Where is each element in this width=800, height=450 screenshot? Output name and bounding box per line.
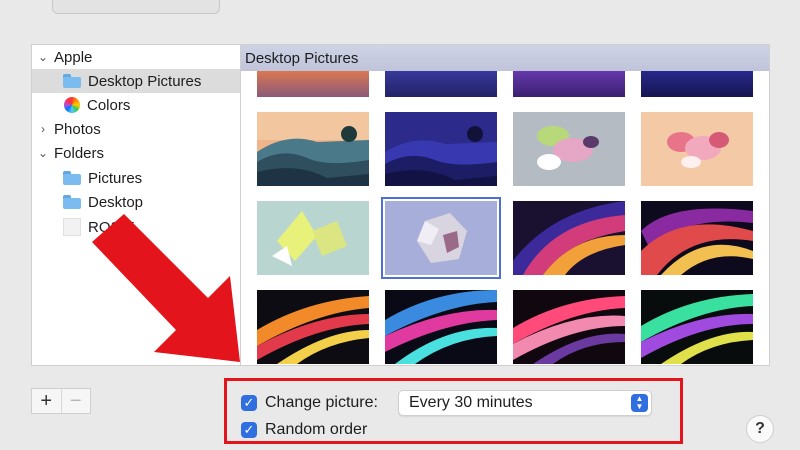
sidebar-item-label: Photos	[54, 120, 101, 138]
thumbnail-abstract-shapes-peach[interactable]	[641, 112, 753, 186]
sidebar-item-label: Desktop	[88, 193, 144, 211]
thumbnail-partial[interactable]	[641, 69, 753, 97]
thumbnail-partial[interactable]	[513, 69, 625, 97]
folder-icon	[63, 171, 81, 185]
thumbnail-partial[interactable]	[257, 69, 369, 97]
thumbnail-abstract-shapes-gray[interactable]	[513, 112, 625, 186]
add-remove-control: + −	[31, 388, 91, 414]
sidebar-item-label: Colors	[87, 96, 131, 114]
sidebar-item-label: ROSIE	[88, 218, 135, 236]
help-button[interactable]: ?	[746, 415, 774, 443]
chevron-right-icon[interactable]: ›	[36, 122, 50, 136]
desktop-pictures-pane: Desktop Pictures	[240, 44, 770, 366]
sidebar-item-desktop[interactable]: Desktop	[32, 190, 241, 214]
sidebar-item-folders[interactable]: ⌄ Folders	[32, 141, 241, 165]
sidebar-item-label: Desktop Pictures	[88, 72, 202, 90]
folder-icon	[63, 195, 81, 209]
add-folder-button[interactable]: +	[32, 389, 62, 413]
folder-icon	[63, 218, 81, 236]
chevron-down-icon[interactable]: ⌄	[36, 50, 50, 64]
remove-folder-button[interactable]: −	[62, 389, 91, 413]
thumbnail-monterey-dark-2[interactable]	[641, 201, 753, 275]
sidebar-item-desktop-pictures[interactable]: Desktop Pictures	[32, 69, 241, 93]
change-picture-checkbox[interactable]: ✓	[241, 395, 257, 411]
folder-icon	[63, 74, 81, 88]
thumbnail-streaks-pink[interactable]	[513, 290, 625, 364]
interval-select-value: Every 30 minutes	[409, 394, 533, 411]
thumbnail-big-sur-coastline-night[interactable]	[385, 112, 497, 186]
thumbnail-streaks-orange[interactable]	[257, 290, 369, 364]
color-wheel-icon	[64, 97, 80, 113]
sidebar-item-rosie[interactable]: ROSIE	[32, 215, 241, 239]
pane-title: Desktop Pictures	[241, 45, 769, 71]
top-button-stub[interactable]	[52, 0, 220, 14]
change-picture-label: Change picture:	[265, 394, 378, 411]
thumbnail-streaks-green[interactable]	[641, 290, 753, 364]
sidebar-item-pictures[interactable]: Pictures	[32, 166, 241, 190]
sidebar-item-label: Apple	[54, 48, 93, 66]
thumbnail-monterey-dark-1[interactable]	[513, 201, 625, 275]
sidebar-item-colors[interactable]: Colors	[32, 93, 241, 117]
updown-chevron-icon: ▲ ▼	[631, 394, 648, 412]
sidebar-item-label: Pictures	[88, 169, 143, 187]
thumbnail-partial[interactable]	[385, 69, 497, 97]
sidebar-item-label: Folders	[54, 144, 105, 162]
source-sidebar: ⌄ Apple Desktop Pictures Colors › Photos…	[31, 44, 241, 366]
thumbnail-big-sur-coastline-day[interactable]	[257, 112, 369, 186]
sidebar-item-photos[interactable]: › Photos	[32, 117, 241, 141]
random-order-checkbox[interactable]: ✓	[241, 422, 257, 438]
sidebar-item-apple[interactable]: ⌄ Apple	[32, 45, 241, 69]
interval-select[interactable]: Every 30 minutes ▲ ▼	[398, 390, 652, 416]
thumbnail-abstract-crystals-mint[interactable]	[257, 201, 369, 275]
thumbnail-streaks-blue[interactable]	[385, 290, 497, 364]
random-order-label: Random order	[265, 421, 368, 438]
chevron-down-icon[interactable]: ⌄	[36, 146, 50, 160]
thumbnail-abstract-dodecahedron-lavender[interactable]	[381, 197, 501, 279]
